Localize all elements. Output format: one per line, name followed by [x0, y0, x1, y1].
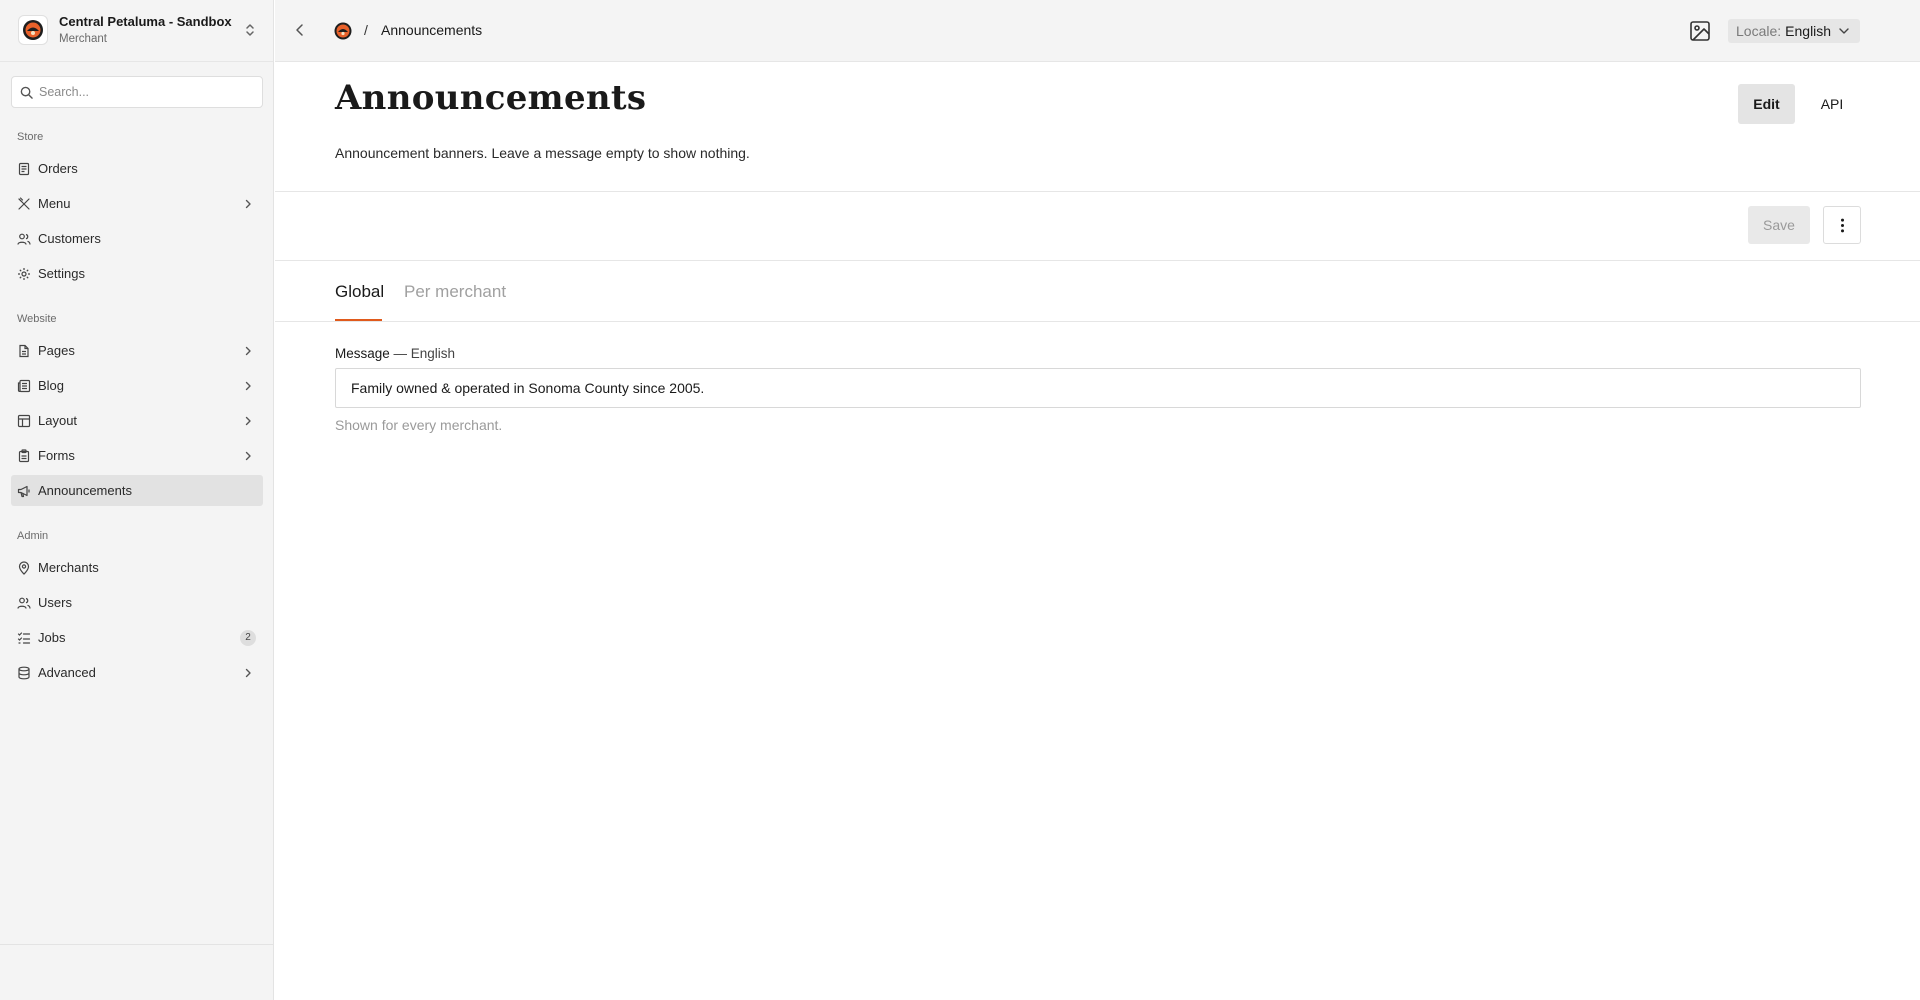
- sidebar-footer-divider: [0, 944, 273, 945]
- actions-divider: [275, 260, 1920, 261]
- search-input[interactable]: [39, 77, 259, 107]
- message-input[interactable]: [335, 368, 1861, 408]
- locale-prefix: Locale:: [1736, 23, 1782, 39]
- search-icon: [20, 86, 33, 99]
- header-divider: [275, 191, 1920, 192]
- sidebar-item-label: Users: [38, 595, 72, 610]
- sidebar-item-label: Customers: [38, 231, 101, 246]
- receipt-icon: [18, 162, 30, 176]
- sidebar-item-customers[interactable]: Customers: [11, 223, 263, 254]
- org-switcher[interactable]: Central Petaluma - Sandbox Merchant: [0, 0, 273, 62]
- newspaper-icon: [17, 379, 31, 393]
- sidebar-item-label: Announcements: [38, 483, 132, 498]
- edit-button[interactable]: Edit: [1738, 84, 1795, 124]
- sidebar-item-announcements[interactable]: Announcements: [11, 475, 263, 506]
- field-language: — English: [389, 346, 456, 361]
- sidebar-item-layout[interactable]: Layout: [11, 405, 263, 436]
- utensils-icon: [18, 197, 30, 210]
- section-label-store: Store: [17, 131, 44, 143]
- more-vertical-icon: [1841, 218, 1844, 233]
- sidebar-item-label: Orders: [38, 161, 78, 176]
- list-check-icon: [17, 632, 31, 644]
- sidebar-item-label: Pages: [38, 343, 75, 358]
- database-icon: [18, 666, 30, 680]
- sidebar-item-label: Menu: [38, 196, 71, 211]
- section-label-website: Website: [17, 313, 57, 325]
- sidebar-item-label: Layout: [38, 413, 78, 428]
- sidebar-item-label: Advanced: [38, 665, 96, 680]
- sidebar-item-merchants[interactable]: Merchants: [11, 552, 263, 583]
- chevron-right-icon: [245, 381, 251, 391]
- message-field-label: Message — English: [335, 346, 455, 361]
- sidebar-item-label: Merchants: [38, 560, 99, 575]
- sidebar-item-label: Forms: [38, 448, 75, 463]
- users-icon: [17, 597, 31, 609]
- sidebar-item-advanced[interactable]: Advanced: [11, 657, 263, 688]
- breadcrumb-current: Announcements: [381, 22, 483, 38]
- chevron-right-icon: [245, 199, 251, 209]
- page-description: Announcement banners. Leave a message em…: [335, 145, 750, 161]
- sidebar-item-label: Jobs: [38, 630, 66, 645]
- chevron-right-icon: [245, 668, 251, 678]
- sidebar-item-pages[interactable]: Pages: [11, 335, 263, 366]
- chevron-up-down-icon[interactable]: [242, 21, 258, 39]
- top-bar: / Announcements Locale: English: [275, 0, 1920, 62]
- file-icon: [19, 344, 29, 358]
- back-arrow-icon[interactable]: [293, 22, 307, 38]
- save-button[interactable]: Save: [1748, 206, 1810, 244]
- sidebar-item-label: Blog: [38, 378, 65, 393]
- more-options-button[interactable]: [1823, 206, 1861, 244]
- chevron-down-icon: [1839, 28, 1849, 34]
- sidebar-item-settings[interactable]: Settings: [11, 258, 263, 289]
- chevron-right-icon: [245, 451, 251, 461]
- locale-value: English: [1785, 23, 1832, 39]
- jobs-count-badge: 2: [240, 630, 256, 646]
- sidebar-item-orders[interactable]: Orders: [11, 153, 263, 184]
- layout-icon: [17, 414, 31, 428]
- page-title: Announcements: [335, 78, 647, 118]
- breadcrumb-logo[interactable]: [334, 22, 352, 40]
- sidebar-item-jobs[interactable]: Jobs 2: [11, 622, 263, 653]
- org-name: Central Petaluma - Sandbox: [59, 14, 232, 29]
- users-icon: [17, 233, 31, 245]
- search-box[interactable]: [11, 76, 263, 108]
- clipboard-icon: [18, 449, 30, 463]
- chevron-right-icon: [245, 416, 251, 426]
- image-icon[interactable]: [1688, 19, 1712, 43]
- org-role: Merchant: [59, 33, 107, 45]
- sidebar-item-label: Settings: [38, 266, 85, 281]
- locale-select[interactable]: Locale: English: [1728, 19, 1860, 43]
- megaphone-icon: [17, 485, 30, 498]
- tab-global[interactable]: Global: [335, 282, 384, 302]
- sidebar-item-forms[interactable]: Forms: [11, 440, 263, 471]
- tabs-divider: [275, 321, 1920, 322]
- api-button[interactable]: API: [1804, 84, 1860, 124]
- sidebar-item-users[interactable]: Users: [11, 587, 263, 618]
- org-logo: [18, 15, 48, 45]
- field-label-text: Message: [335, 346, 390, 361]
- sidebar-item-menu[interactable]: Menu: [11, 188, 263, 219]
- breadcrumb-separator: /: [364, 22, 368, 38]
- map-pin-icon: [18, 561, 30, 575]
- section-label-admin: Admin: [17, 530, 49, 542]
- message-help-text: Shown for every merchant.: [335, 417, 503, 433]
- chevron-right-icon: [245, 346, 251, 356]
- tab-per-merchant[interactable]: Per merchant: [404, 282, 506, 302]
- sidebar: Central Petaluma - Sandbox Merchant Stor…: [0, 0, 274, 1000]
- sidebar-item-blog[interactable]: Blog: [11, 370, 263, 401]
- gear-icon: [18, 268, 30, 280]
